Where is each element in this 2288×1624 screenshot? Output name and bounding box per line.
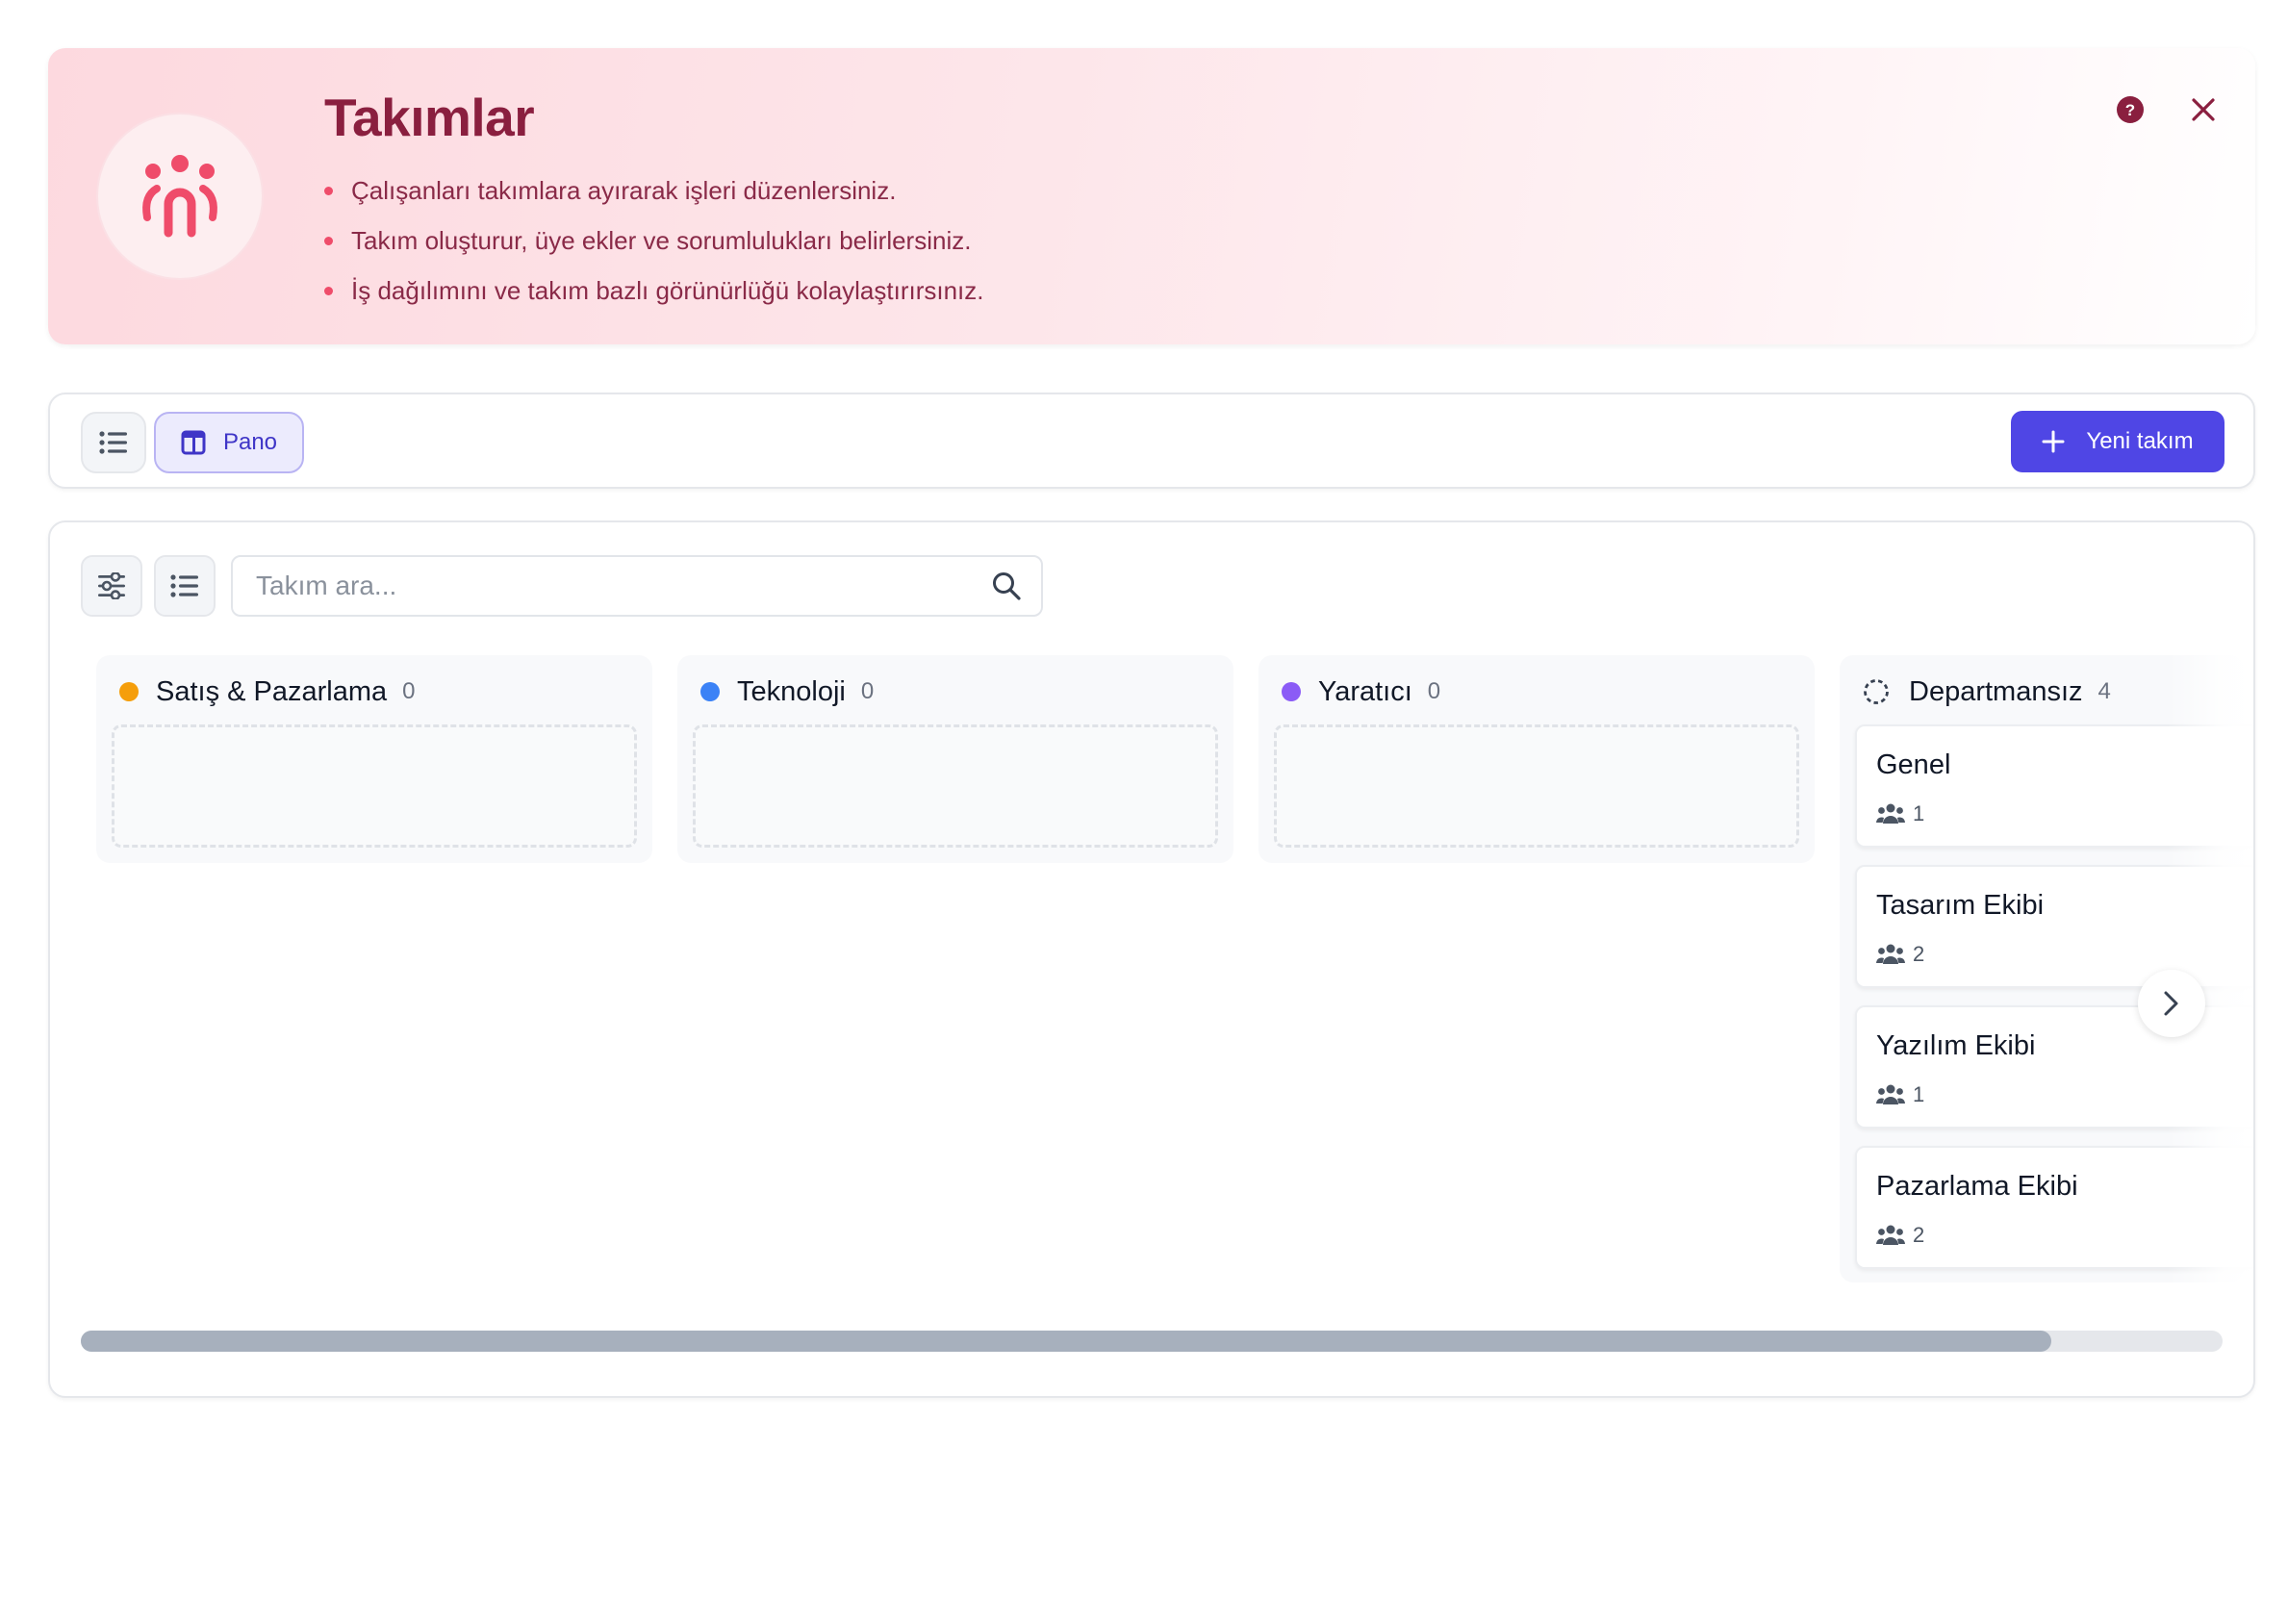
column-count: 0 xyxy=(860,678,875,704)
column-color-dot xyxy=(119,682,139,701)
scroll-right-button[interactable] xyxy=(2138,970,2205,1037)
column-drop-zone[interactable] xyxy=(112,724,637,848)
users-icon xyxy=(1876,1084,1905,1104)
plus-icon xyxy=(2042,430,2065,453)
new-team-button[interactable]: Yeni takım xyxy=(2011,411,2224,472)
chevron-right-icon xyxy=(2164,991,2178,1016)
banner-bullet: Çalışanları takımlara ayırarak işleri dü… xyxy=(324,165,984,216)
question-circle-icon: ? xyxy=(2117,96,2144,123)
board-view-label: Pano xyxy=(222,429,278,455)
board-view-button[interactable]: Pano xyxy=(154,412,304,473)
search-input[interactable] xyxy=(256,557,968,615)
close-banner-button[interactable] xyxy=(2180,87,2226,133)
list-view-button[interactable] xyxy=(81,412,146,473)
team-card[interactable]: Pazarlama Ekibi 2 xyxy=(1855,1146,2253,1269)
list-icon xyxy=(99,431,127,454)
column-header: Departmansız 4 xyxy=(1863,672,2111,711)
column-count: 0 xyxy=(1427,678,1441,704)
column-name: Departmansız xyxy=(1909,675,2083,707)
dashed-circle-icon xyxy=(1864,679,1889,704)
member-count: 2 xyxy=(1913,1223,1925,1247)
banner-bullet: İş dağılımını ve takım bazlı görünürlüğü… xyxy=(324,266,984,316)
team-name: Genel xyxy=(1876,749,1951,780)
column-drop-zone[interactable] xyxy=(693,724,1218,848)
banner-bullets: Çalışanları takımlara ayırarak işleri dü… xyxy=(324,165,984,316)
users-icon xyxy=(1876,944,1905,964)
column-drop-zone[interactable] xyxy=(1274,724,1799,848)
users-icon xyxy=(1876,1225,1905,1245)
list-icon xyxy=(170,574,198,597)
team-icon xyxy=(142,155,217,238)
team-members: 2 xyxy=(1876,942,1924,967)
column-satis-pazarlama: Satış & Pazarlama 0 xyxy=(96,655,652,863)
search-icon[interactable] xyxy=(991,571,1022,601)
filter-button[interactable] xyxy=(81,555,142,617)
team-members: 2 xyxy=(1876,1223,1924,1248)
member-count: 2 xyxy=(1913,942,1925,966)
close-icon xyxy=(2192,98,2215,121)
compact-list-button[interactable] xyxy=(154,555,216,617)
column-departmansiz: Departmansız 4 Genel 1 Tasarım Ekibi 2 Y… xyxy=(1840,655,2253,1282)
column-count: 0 xyxy=(402,678,416,704)
column-teknoloji: Teknoloji 0 xyxy=(677,655,1233,863)
column-color-dot xyxy=(1282,682,1301,701)
team-name: Pazarlama Ekibi xyxy=(1876,1171,2078,1202)
info-banner: Takımlar Çalışanları takımlara ayırarak … xyxy=(48,48,2255,344)
member-count: 1 xyxy=(1913,801,1925,825)
new-team-label: Yeni takım xyxy=(2086,428,2194,454)
member-count: 1 xyxy=(1913,1082,1925,1106)
column-color-dot xyxy=(700,682,720,701)
column-header: Satış & Pazarlama 0 xyxy=(119,672,416,711)
teams-page: Takımlar Çalışanları takımlara ayırarak … xyxy=(0,0,2288,1624)
team-name: Yazılım Ekibi xyxy=(1876,1030,2036,1061)
column-name: Yaratıcı xyxy=(1318,675,1412,707)
column-name: Satış & Pazarlama xyxy=(156,675,388,707)
sliders-icon xyxy=(98,572,125,599)
column-count: 4 xyxy=(2097,678,2111,704)
page-title: Takımlar xyxy=(324,88,535,147)
scrollbar-thumb[interactable] xyxy=(81,1331,2051,1352)
team-card[interactable]: Tasarım Ekibi 2 xyxy=(1855,865,2253,988)
team-card[interactable]: Genel 1 xyxy=(1855,724,2253,848)
users-icon xyxy=(1876,803,1905,824)
team-board: Satış & Pazarlama 0 Teknoloji 0 Yaratıcı… xyxy=(48,520,2255,1398)
banner-avatar xyxy=(96,113,264,280)
search-box xyxy=(231,555,1043,617)
svg-text:?: ? xyxy=(2125,101,2135,119)
view-toolbar: Pano Yeni takım xyxy=(48,393,2255,489)
team-name: Tasarım Ekibi xyxy=(1876,890,2045,921)
column-header: Yaratıcı 0 xyxy=(1282,672,1440,711)
column-name: Teknoloji xyxy=(737,675,846,707)
help-button[interactable]: ? xyxy=(2107,87,2153,133)
board-icon xyxy=(181,430,206,455)
column-yaratici: Yaratıcı 0 xyxy=(1258,655,1815,863)
column-header: Teknoloji 0 xyxy=(700,672,874,711)
team-members: 1 xyxy=(1876,1082,1924,1107)
horizontal-scrollbar[interactable] xyxy=(81,1331,2223,1352)
banner-bullet: Takım oluşturur, üye ekler ve sorumluluk… xyxy=(324,216,984,266)
team-members: 1 xyxy=(1876,801,1924,826)
